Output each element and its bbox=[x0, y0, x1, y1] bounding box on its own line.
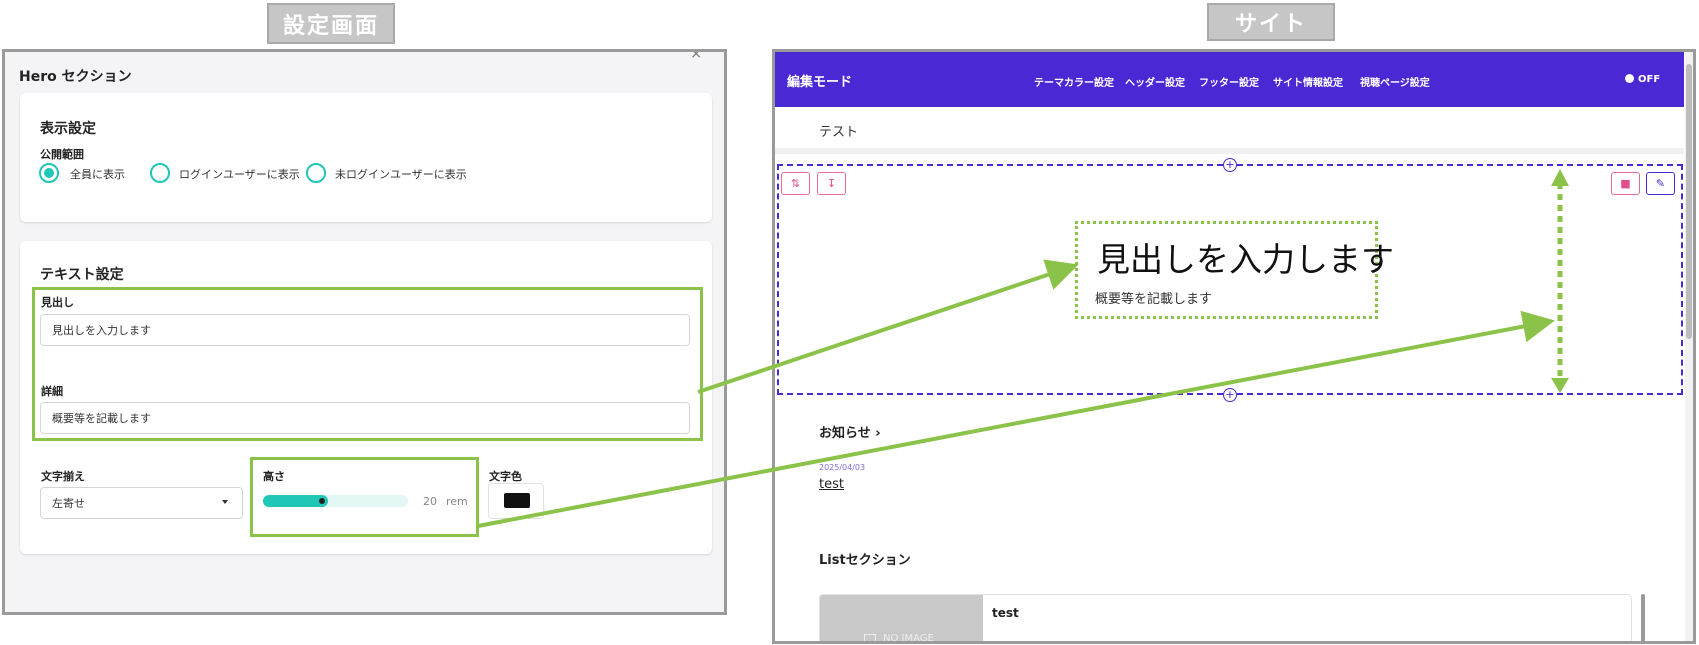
page-scrollbar-thumb[interactable] bbox=[1686, 64, 1692, 339]
move-up-button[interactable]: ⇅ bbox=[781, 172, 810, 195]
move-down-button[interactable]: ↧ bbox=[817, 172, 846, 195]
list-scrollbar-thumb[interactable] bbox=[1641, 594, 1645, 641]
site-label: サイト bbox=[1207, 3, 1335, 41]
text-settings-card: テキスト設定 見出し 見出しを入力します 詳細 概要等を記載します 文字揃え 左… bbox=[20, 241, 712, 554]
height-label: 高さ bbox=[263, 470, 285, 483]
list-card[interactable]: NO IMAGE test bbox=[819, 594, 1632, 644]
nav-viewing-page[interactable]: 視聴ページ設定 bbox=[1360, 74, 1430, 89]
settings-panel: Hero セクション × 表示設定 公開範囲 全員に表示 ログインユーザーに表示… bbox=[2, 49, 727, 615]
page-title: テスト bbox=[819, 125, 859, 140]
align-label: 文字揃え bbox=[41, 470, 85, 483]
radio-logged-in-label[interactable]: ログインユーザーに表示 bbox=[179, 166, 300, 182]
text-color-swatch bbox=[504, 493, 530, 508]
nav-header-settings[interactable]: ヘッダー設定 bbox=[1125, 74, 1185, 89]
display-settings-card: 表示設定 公開範囲 全員に表示 ログインユーザーに表示 未ログインユーザーに表示 bbox=[20, 93, 712, 222]
news-heading[interactable]: お知らせ › bbox=[819, 422, 881, 441]
page-scrollbar[interactable] bbox=[1685, 52, 1693, 641]
edit-mode-navbar: 編集モード テーマカラー設定 ヘッダー設定 フッター設定 サイト情報設定 視聴ペ… bbox=[775, 52, 1684, 107]
height-slider-track[interactable] bbox=[263, 495, 408, 507]
hero-subtitle: 概要等を記載します bbox=[1095, 292, 1213, 307]
nav-theme-color[interactable]: テーマカラー設定 bbox=[1034, 74, 1114, 89]
detail-label: 詳細 bbox=[41, 385, 63, 398]
settings-screen-label: 設定画面 bbox=[267, 3, 395, 44]
chevron-right-icon: › bbox=[875, 426, 881, 441]
hero-title: 見出しを入力します bbox=[1097, 240, 1394, 279]
radio-everyone[interactable] bbox=[39, 163, 59, 183]
user-icon bbox=[1625, 74, 1634, 83]
header-divider bbox=[775, 148, 1684, 154]
headline-label: 見出し bbox=[41, 296, 74, 309]
no-image-label: NO IMAGE bbox=[883, 633, 934, 644]
delete-button[interactable]: ■ bbox=[1611, 172, 1640, 195]
settings-title: Hero セクション bbox=[19, 69, 132, 85]
close-icon[interactable]: × bbox=[690, 52, 702, 62]
display-settings-heading: 表示設定 bbox=[40, 121, 96, 137]
add-section-bottom-icon[interactable]: + bbox=[1223, 388, 1237, 402]
text-settings-heading: テキスト設定 bbox=[40, 267, 124, 283]
news-date: 2025/04/03 bbox=[819, 463, 866, 472]
image-icon bbox=[864, 634, 876, 641]
text-color-picker[interactable] bbox=[488, 483, 544, 519]
nav-footer-settings[interactable]: フッター設定 bbox=[1199, 74, 1259, 89]
detail-input[interactable]: 概要等を記載します bbox=[40, 402, 690, 434]
text-color-label: 文字色 bbox=[489, 470, 522, 483]
news-item-link[interactable]: test bbox=[819, 477, 844, 492]
news-heading-label: お知らせ bbox=[819, 426, 871, 441]
radio-everyone-label[interactable]: 全員に表示 bbox=[70, 166, 125, 182]
site-preview: 編集モード テーマカラー設定 ヘッダー設定 フッター設定 サイト情報設定 視聴ペ… bbox=[772, 49, 1696, 644]
list-card-title: test bbox=[992, 606, 1019, 620]
height-unit: rem bbox=[446, 495, 468, 508]
scope-label: 公開範囲 bbox=[40, 148, 84, 161]
height-slider-thumb[interactable] bbox=[319, 498, 325, 504]
add-section-top-icon[interactable]: + bbox=[1223, 158, 1237, 172]
align-select-value: 左寄せ bbox=[52, 497, 85, 510]
radio-not-logged-in[interactable] bbox=[306, 163, 326, 183]
headline-input[interactable]: 見出しを入力します bbox=[40, 314, 690, 346]
radio-logged-in[interactable] bbox=[150, 163, 170, 183]
nav-site-info[interactable]: サイト情報設定 bbox=[1273, 74, 1343, 89]
radio-not-logged-in-label[interactable]: 未ログインユーザーに表示 bbox=[335, 166, 467, 182]
height-value: 20 bbox=[423, 495, 437, 508]
no-image-placeholder: NO IMAGE bbox=[820, 595, 983, 644]
list-section-heading: Listセクション bbox=[819, 553, 911, 568]
edit-mode-title: 編集モード bbox=[787, 75, 853, 90]
edit-mode-toggle[interactable]: OFF bbox=[1638, 74, 1660, 85]
align-select[interactable]: 左寄せ bbox=[40, 487, 243, 519]
edit-button[interactable]: ✎ bbox=[1646, 172, 1675, 195]
chevron-down-icon bbox=[222, 500, 228, 504]
